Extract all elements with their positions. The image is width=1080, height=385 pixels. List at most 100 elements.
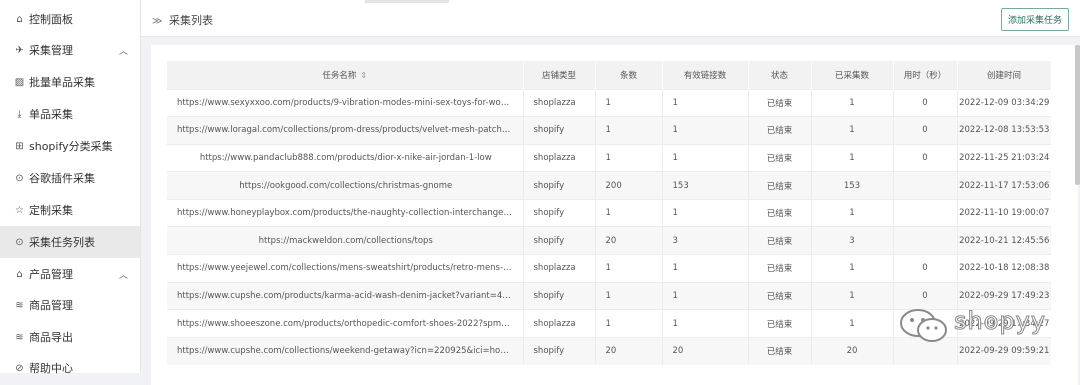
sidebar-item-2[interactable]: ▨ 批量单品采集 xyxy=(0,66,140,98)
duration-cell xyxy=(893,198,958,227)
collected-cell: 1 xyxy=(811,88,894,117)
clock-icon: ⊙ xyxy=(15,236,24,248)
chevron-up-icon[interactable]: ︿ xyxy=(119,268,128,281)
valid-links-cell: 153 xyxy=(662,171,749,200)
sidebar-item-7[interactable]: ⊙ 采集任务列表 xyxy=(0,226,140,258)
status-cell: 已结束 xyxy=(748,281,812,310)
table-row[interactable]: https://www.yeejewel.com/collections/men… xyxy=(167,254,1051,283)
count-cell: 1 xyxy=(595,88,663,117)
task-url-cell[interactable]: https://www.honeyplaybox.com/products/th… xyxy=(167,198,524,227)
table-row[interactable]: https://www.sexyxxoo.com/products/9-vibr… xyxy=(167,88,1051,117)
column-header-shop-type: 店铺类型 xyxy=(523,61,596,89)
grid-icon: ⊞ xyxy=(15,140,24,152)
created-time-cell: 2022-10-21 12:45:56 xyxy=(957,226,1051,255)
valid-links-cell: 1 xyxy=(662,254,749,283)
task-url-cell[interactable]: https://www.cupshe.com/products/karma-ac… xyxy=(167,281,524,310)
chevron-up-icon[interactable]: ︿ xyxy=(119,44,128,57)
shop-type-cell: shoplazza xyxy=(523,88,596,117)
duration-cell: 0 xyxy=(893,88,958,117)
shop-type-cell: shopify xyxy=(523,116,596,145)
task-url-cell[interactable]: https://www.cupshe.com/collections/weeke… xyxy=(167,336,524,365)
sidebar: ⌂ 控制面板 ✈ 采集管理 ︿ ▨ 批量单品采集 ⤓ 单品采集 ⊞ shopify分类采集 ⊙ 谷歌插件… xyxy=(0,0,141,375)
duration-cell: 0 xyxy=(893,116,958,145)
valid-links-cell: 1 xyxy=(662,143,749,172)
sidebar-item-10[interactable]: ≋ 商品导出 xyxy=(0,321,140,353)
sidebar-item-5[interactable]: ⊙ 谷歌插件采集 xyxy=(0,162,140,194)
task-url-cell[interactable]: https://ookgood.com/collections/christma… xyxy=(167,171,524,200)
star-icon: ☆ xyxy=(15,204,24,216)
sidebar-item-9[interactable]: ≋ 商品管理 xyxy=(0,289,140,321)
sidebar-item-6[interactable]: ☆ 定制采集 xyxy=(0,194,140,226)
count-cell: 20 xyxy=(595,226,663,255)
sidebar-item-label: 商品管理 xyxy=(29,299,73,312)
box-icon: ⌂ xyxy=(16,268,23,280)
status-cell: 已结束 xyxy=(748,143,812,172)
sidebar-item-11[interactable]: ⊘ 帮助中心 xyxy=(0,352,140,384)
wechat-icon xyxy=(900,309,947,342)
task-url-cell[interactable]: https://www.pandaclub888.com/products/di… xyxy=(167,143,524,172)
watermark-text: shopyy xyxy=(953,307,1047,336)
created-time-cell: 2022-12-08 13:53:53 xyxy=(957,116,1051,145)
count-cell: 1 xyxy=(595,254,663,283)
task-url-cell[interactable]: https://mackweldon.com/collections/tops xyxy=(167,226,524,255)
column-header-created: 创建时间 xyxy=(957,61,1052,89)
count-cell: 1 xyxy=(595,281,663,310)
image-icon: ▨ xyxy=(14,76,25,88)
help-icon: ⊘ xyxy=(15,362,24,374)
sidebar-item-8[interactable]: ⌂ 产品管理 ︿ xyxy=(0,258,140,290)
valid-links-cell: 1 xyxy=(662,309,749,338)
created-time-cell: 2022-11-17 17:53:06 xyxy=(957,171,1051,200)
table-row[interactable]: https://mackweldon.com/collections/tops s… xyxy=(167,226,1051,255)
send-icon: ✈ xyxy=(15,44,24,56)
table-row[interactable]: https://www.pandaclub888.com/products/di… xyxy=(167,143,1051,172)
sidebar-item-label: 单品采集 xyxy=(29,108,73,121)
created-time-cell: 2022-12-09 03:34:29 xyxy=(957,88,1051,117)
watermark: shopyy xyxy=(896,305,1052,345)
count-cell: 200 xyxy=(595,171,663,200)
collected-cell: 1 xyxy=(811,309,894,338)
task-url-cell[interactable]: https://www.sexyxxoo.com/products/9-vibr… xyxy=(167,88,524,117)
status-cell: 已结束 xyxy=(748,171,812,200)
status-cell: 已结束 xyxy=(748,254,812,283)
table-row[interactable]: https://ookgood.com/collections/christma… xyxy=(167,171,1051,200)
top-bar: ≫ 采集列表 添加采集任务 xyxy=(141,0,1080,37)
shop-type-cell: shopify xyxy=(523,171,596,200)
sidebar-item-3[interactable]: ⤓ 单品采集 xyxy=(0,98,140,130)
count-cell: 1 xyxy=(595,198,663,227)
plugin-icon: ⊙ xyxy=(15,172,24,184)
column-header-valid-links: 有效链接数 xyxy=(662,61,749,89)
scrollbar[interactable] xyxy=(1075,45,1080,185)
table-row[interactable]: https://www.loragal.com/collections/prom… xyxy=(167,116,1051,145)
collected-cell: 20 xyxy=(811,336,894,365)
sidebar-item-4[interactable]: ⊞ shopify分类采集 xyxy=(0,130,140,162)
sort-icon[interactable]: ⇕ xyxy=(360,71,367,80)
created-time-cell: 2022-11-25 21:03:24 xyxy=(957,143,1051,172)
sidebar-item-label: 控制面板 xyxy=(29,13,73,26)
sidebar-item-label: 谷歌插件采集 xyxy=(29,172,95,185)
collected-cell: 1 xyxy=(811,254,894,283)
shop-type-cell: shopify xyxy=(523,281,596,310)
column-header-count: 条数 xyxy=(595,61,663,89)
task-url-cell[interactable]: https://www.yeejewel.com/collections/men… xyxy=(167,254,524,283)
task-url-cell[interactable]: https://www.shoeeszone.com/products/orth… xyxy=(167,309,524,338)
count-cell: 1 xyxy=(595,309,663,338)
column-header-duration: 用时（秒） xyxy=(893,61,958,89)
column-header-name[interactable]: 任务名称 ⇕ xyxy=(167,61,524,89)
sidebar-item-0[interactable]: ⌂ 控制面板 xyxy=(0,3,140,35)
status-cell: 已结束 xyxy=(748,198,812,227)
double-chevron-icon: ≫ xyxy=(152,16,163,27)
collected-cell: 1 xyxy=(811,116,894,145)
add-task-button[interactable]: 添加采集任务 xyxy=(1001,8,1069,31)
column-header-collected: 已采集数 xyxy=(811,61,894,89)
valid-links-cell: 1 xyxy=(662,198,749,227)
status-cell: 已结束 xyxy=(748,226,812,255)
sidebar-item-1[interactable]: ✈ 采集管理 ︿ xyxy=(0,34,140,66)
sidebar-item-label: 采集任务列表 xyxy=(29,236,95,249)
status-cell: 已结束 xyxy=(748,116,812,145)
sidebar-item-label: 采集管理 xyxy=(29,44,73,57)
sidebar-item-label: 批量单品采集 xyxy=(29,76,95,89)
task-url-cell[interactable]: https://www.loragal.com/collections/prom… xyxy=(167,116,524,145)
table-row[interactable]: https://www.honeyplaybox.com/products/th… xyxy=(167,198,1051,227)
status-cell: 已结束 xyxy=(748,336,812,365)
sidebar-item-label: 商品导出 xyxy=(29,331,73,344)
